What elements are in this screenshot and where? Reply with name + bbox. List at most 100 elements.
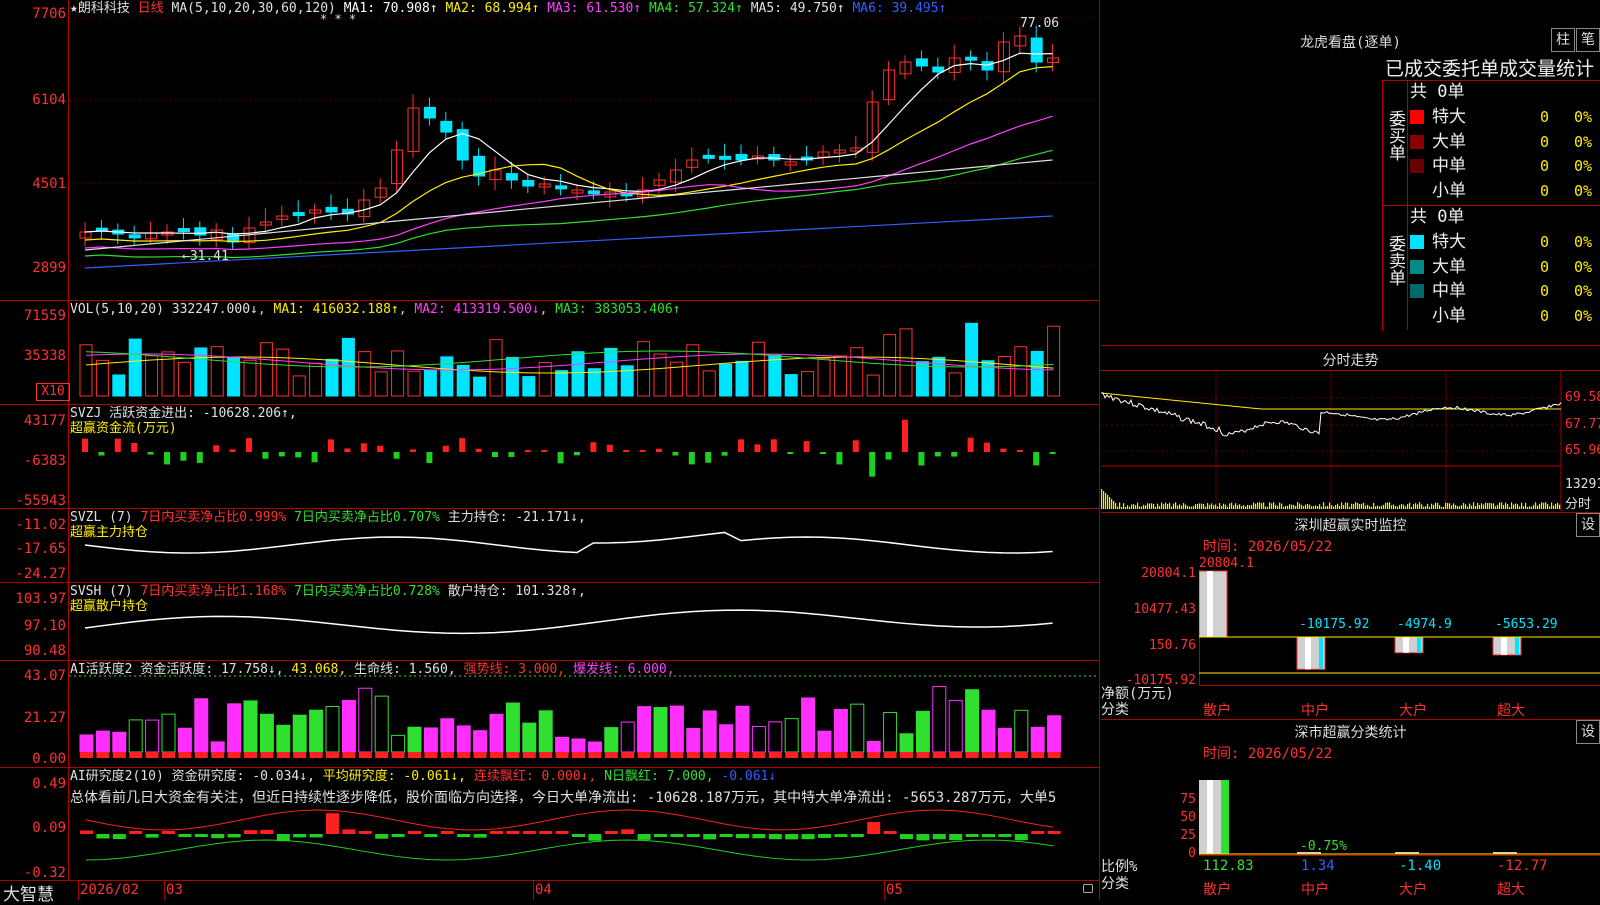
- research-bar: [998, 834, 1012, 837]
- ai2-base: [916, 752, 930, 758]
- fenshi-vol-bar: [1167, 503, 1169, 509]
- monitor-category-1: 中户: [1301, 703, 1329, 719]
- fenshi-vol-bar: [1285, 505, 1287, 509]
- fenshi-vol-bar: [1357, 502, 1359, 509]
- fenshi-vol-bar: [1173, 503, 1175, 509]
- svzj-bar: [836, 452, 843, 465]
- buy-row-2: 中单: [1410, 154, 1466, 178]
- fenshi-vol-bar: [1475, 506, 1477, 509]
- price-candle: [177, 228, 190, 233]
- research-bar: [260, 829, 274, 834]
- period-label[interactable]: 日线: [138, 1, 164, 16]
- volume-bar: [177, 361, 191, 397]
- ai2-bar: [702, 710, 717, 753]
- svzj-bar: [656, 448, 662, 452]
- svzj-bar: [951, 452, 958, 457]
- stats-value-1: 1.34: [1301, 858, 1335, 874]
- volume-bar: [473, 376, 487, 397]
- ai2-bar: [505, 702, 520, 753]
- color-swatch-icon: [1410, 183, 1424, 198]
- ai2-bar: [669, 705, 684, 753]
- date-label-2: 04: [535, 882, 552, 898]
- fenshi-vol-bar: [1287, 505, 1289, 509]
- svzj-bar: [885, 452, 892, 460]
- research-bar: [457, 834, 471, 837]
- volume-bar: [883, 334, 897, 397]
- fenshi-vol-bar: [1521, 502, 1523, 509]
- stats-settings-button[interactable]: 设: [1576, 720, 1600, 744]
- svzj-bar: [82, 438, 88, 452]
- fenshi-vol-bar: [1419, 502, 1421, 509]
- ai2-bar: [309, 709, 324, 753]
- svzj-bar: [967, 437, 974, 452]
- fenshi-vol-bar: [1371, 506, 1373, 509]
- volume-bar: [719, 363, 733, 397]
- fenshi-vol-bar: [1151, 503, 1153, 509]
- fenshi-vol-bar: [1221, 505, 1223, 509]
- volume-bar: [915, 361, 929, 397]
- color-swatch-icon: [1410, 159, 1424, 173]
- fenshi-vol-bar: [1507, 504, 1509, 509]
- volume-bar: [276, 348, 290, 397]
- ai2-bar: [407, 726, 422, 753]
- ai2-e: 爆发线: 6.000,: [572, 662, 675, 677]
- research-green-line: [85, 839, 1054, 861]
- research-bar: [965, 834, 979, 837]
- fenshi-chart[interactable]: [1101, 371, 1600, 511]
- research-bar: [539, 831, 553, 834]
- ai2-bar: [735, 705, 750, 753]
- research-bar: [326, 813, 339, 834]
- ai2-base: [719, 752, 733, 758]
- bar-mode-button[interactable]: 柱: [1551, 28, 1575, 52]
- monitor-bar-value: -10175.92: [1299, 617, 1369, 632]
- ai2-base: [145, 752, 159, 758]
- monitor-bar-value: -4974.9: [1397, 617, 1452, 632]
- fenshi-label-2: 65.96: [1565, 443, 1600, 458]
- fenshi-vol-bar: [1559, 504, 1561, 509]
- research-bar: [719, 834, 733, 837]
- svsh-name: SVSH (7): [70, 584, 133, 599]
- fenshi-vol-bar: [1441, 506, 1443, 509]
- fenshi-vol-bar: [1553, 505, 1555, 509]
- fenshi-vol-bar: [1309, 504, 1311, 509]
- svzj-bar: [131, 442, 138, 452]
- ai2-base: [522, 752, 536, 758]
- fenshi-vol-bar: [1375, 506, 1377, 509]
- buy-row-3: 小单: [1410, 179, 1466, 203]
- research-b: 平均研究度: -0.061↓,: [322, 769, 467, 784]
- fenshi-vol-bar: [1555, 503, 1557, 509]
- research-bar: [391, 834, 405, 838]
- fenshi-vol-bar: [1543, 502, 1545, 509]
- price-axis-3: 2899: [32, 260, 66, 276]
- fenshi-vol-bar: [1171, 506, 1173, 509]
- fenshi-vol-bar: [1495, 506, 1497, 509]
- fenshi-vol-bar: [1519, 506, 1521, 509]
- fenshi-vol-bar: [1237, 505, 1239, 509]
- volume-bar: [784, 374, 798, 397]
- ai2-bar: [1014, 709, 1029, 753]
- buy-row-pct: 0%: [1574, 132, 1593, 151]
- ai2-base: [654, 752, 667, 758]
- ai2-bar: [604, 727, 619, 753]
- research-bar: [194, 834, 208, 837]
- svzl-title: SVZL (7) 7日内买卖净占比0.999% 7日内买卖净占比0.707% 主…: [70, 510, 586, 526]
- fenshi-vol-bar: [1201, 503, 1203, 509]
- ai2-base: [539, 752, 553, 758]
- ai2-base: [752, 752, 766, 758]
- favorite-star-icon[interactable]: ★: [70, 1, 78, 16]
- fenshi-vol-bar: [1335, 504, 1337, 509]
- monitor-settings-button[interactable]: 设: [1576, 513, 1600, 537]
- lock-icon[interactable]: [1083, 884, 1093, 893]
- fenshi-vol-bar: [1231, 502, 1233, 509]
- fenshi-vol-bar: [1317, 506, 1319, 509]
- fenshi-vol-bar: [1337, 503, 1339, 509]
- svzl-c: 主力持仓: -21.171↓,: [447, 510, 586, 525]
- fenshi-vol-bar: [1457, 506, 1459, 509]
- tick-mode-button[interactable]: 笔: [1576, 28, 1600, 52]
- ai2-bar: [653, 707, 668, 753]
- research-bar: [112, 834, 126, 840]
- volume-bar: [259, 342, 273, 397]
- sell-row-count: 0: [1540, 282, 1550, 300]
- fenshi-vol-bar: [1469, 503, 1471, 509]
- monitor-bar-value: 20804.1: [1199, 556, 1254, 571]
